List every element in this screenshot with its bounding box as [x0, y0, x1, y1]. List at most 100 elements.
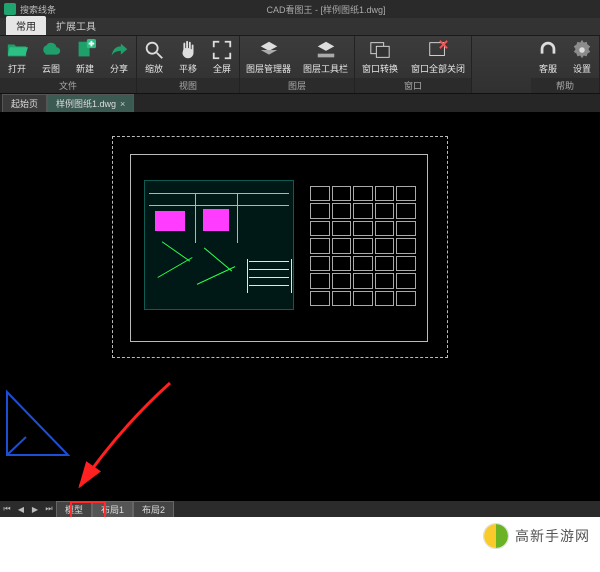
window-closeall-button[interactable]: 窗口全部关闭	[405, 36, 471, 78]
doc-tab-file[interactable]: 样例图纸1.dwg ×	[47, 94, 134, 112]
legend-symbol	[332, 221, 352, 236]
legend-symbol	[396, 203, 416, 218]
legend-symbol	[332, 273, 352, 288]
layers-bar-icon	[315, 39, 337, 61]
headset-icon	[537, 39, 559, 61]
doc-tab-start[interactable]: 起始页	[2, 94, 47, 112]
drawing-canvas[interactable]	[0, 112, 600, 467]
fullscreen-label: 全屏	[213, 62, 231, 75]
watermark-text: 高新手游网	[515, 526, 590, 546]
zoom-label: 缩放	[145, 62, 163, 75]
legend-symbol	[332, 203, 352, 218]
legend-symbol	[396, 256, 416, 271]
support-button[interactable]: 客服	[531, 36, 565, 78]
hand-icon	[177, 39, 199, 61]
layout-tab-bar: ⏮ ◀ ▶ ⏭ 模型 布局1 布局2	[0, 501, 600, 517]
group-view: 缩放 平移 全屏 视图	[137, 36, 240, 93]
legend-symbol	[375, 256, 395, 271]
nav-first-icon[interactable]: ⏮	[0, 502, 14, 516]
settings-label: 设置	[573, 62, 591, 75]
nav-prev-icon[interactable]: ◀	[14, 502, 28, 516]
layout-tab-layout1[interactable]: 布局1	[92, 501, 133, 518]
ribbon-toolbar: 打开 云图 新建 分享 文件	[0, 36, 600, 94]
window-close-icon	[427, 39, 449, 61]
layermgr-label: 图层管理器	[246, 62, 291, 75]
layer-toolbar-button[interactable]: 图层工具栏	[297, 36, 354, 78]
watermark-logo-icon	[483, 523, 509, 549]
group-view-label: 视图	[137, 78, 239, 93]
group-window-label: 窗口	[355, 78, 471, 93]
legend-symbol	[332, 291, 352, 306]
fullscreen-button[interactable]: 全屏	[205, 36, 239, 78]
legend-symbol	[375, 291, 395, 306]
nav-last-icon[interactable]: ⏭	[42, 502, 56, 516]
legend-symbol	[310, 203, 330, 218]
ribbon-tab-strip: 常用 扩展工具	[0, 18, 600, 36]
legend-symbol	[353, 238, 373, 253]
legend-symbol	[396, 186, 416, 201]
winswitch-label: 窗口转换	[362, 62, 398, 75]
legend-symbol	[332, 238, 352, 253]
gear-icon	[571, 39, 593, 61]
layertoolbar-label: 图层工具栏	[303, 62, 348, 75]
legend-symbol	[375, 273, 395, 288]
nav-next-icon[interactable]: ▶	[28, 502, 42, 516]
cloud-label: 云图	[42, 62, 60, 75]
open-button[interactable]: 打开	[0, 36, 34, 78]
legend-symbol	[375, 186, 395, 201]
legend-symbol	[310, 238, 330, 253]
pan-button[interactable]: 平移	[171, 36, 205, 78]
group-file: 打开 云图 新建 分享 文件	[0, 36, 137, 93]
document-tab-strip: 起始页 样例图纸1.dwg ×	[0, 94, 600, 112]
settings-button[interactable]: 设置	[565, 36, 599, 78]
support-label: 客服	[539, 62, 557, 75]
doc-tab-start-label: 起始页	[11, 97, 38, 110]
legend-symbol	[310, 221, 330, 236]
layout-tab-model[interactable]: 模型	[56, 501, 92, 518]
zoom-button[interactable]: 缩放	[137, 36, 171, 78]
cloud-button[interactable]: 云图	[34, 36, 68, 78]
group-help-label: 帮助	[531, 78, 599, 93]
legend-symbol	[375, 203, 395, 218]
legend-symbol	[396, 273, 416, 288]
legend-symbol	[310, 291, 330, 306]
new-label: 新建	[76, 62, 94, 75]
cloud-icon	[40, 39, 62, 61]
legend-symbol	[310, 186, 330, 201]
new-button[interactable]: 新建	[68, 36, 102, 78]
legend-symbol	[353, 221, 373, 236]
ribbon-tab-extend[interactable]: 扩展工具	[46, 16, 106, 35]
window-switch-button[interactable]: 窗口转换	[355, 36, 405, 78]
layer-manager-button[interactable]: 图层管理器	[240, 36, 297, 78]
share-icon	[108, 39, 130, 61]
layers-stack-icon	[258, 39, 280, 61]
legend-symbol	[332, 186, 352, 201]
magnifier-icon	[143, 39, 165, 61]
legend-symbol	[353, 256, 373, 271]
group-window: 窗口转换 窗口全部关闭 窗口	[355, 36, 472, 93]
doc-tab-file-label: 样例图纸1.dwg	[56, 97, 116, 110]
close-icon[interactable]: ×	[120, 99, 125, 109]
titlebar-center-text: CAD看图王 - [样例图纸1.dwg]	[56, 3, 596, 16]
legend-symbol	[310, 256, 330, 271]
legend-symbol	[310, 273, 330, 288]
pan-label: 平移	[179, 62, 197, 75]
open-label: 打开	[8, 62, 26, 75]
legend-symbol	[353, 273, 373, 288]
legend-symbol	[396, 221, 416, 236]
titlebar-left-text: 搜索线条	[20, 3, 56, 16]
window-switch-icon	[369, 39, 391, 61]
group-layer: 图层管理器 图层工具栏 图层	[240, 36, 355, 93]
ribbon-tab-common[interactable]: 常用	[6, 16, 46, 35]
legend-symbol	[353, 291, 373, 306]
wincloseall-label: 窗口全部关闭	[411, 62, 465, 75]
share-button[interactable]: 分享	[102, 36, 136, 78]
fullscreen-icon	[211, 39, 233, 61]
watermark-bar: 高新手游网	[0, 517, 600, 555]
share-label: 分享	[110, 62, 128, 75]
legend-symbol-grid	[310, 186, 416, 306]
legend-symbol	[353, 186, 373, 201]
folder-open-icon	[6, 39, 28, 61]
legend-symbol	[375, 221, 395, 236]
layout-tab-layout2[interactable]: 布局2	[133, 501, 174, 518]
